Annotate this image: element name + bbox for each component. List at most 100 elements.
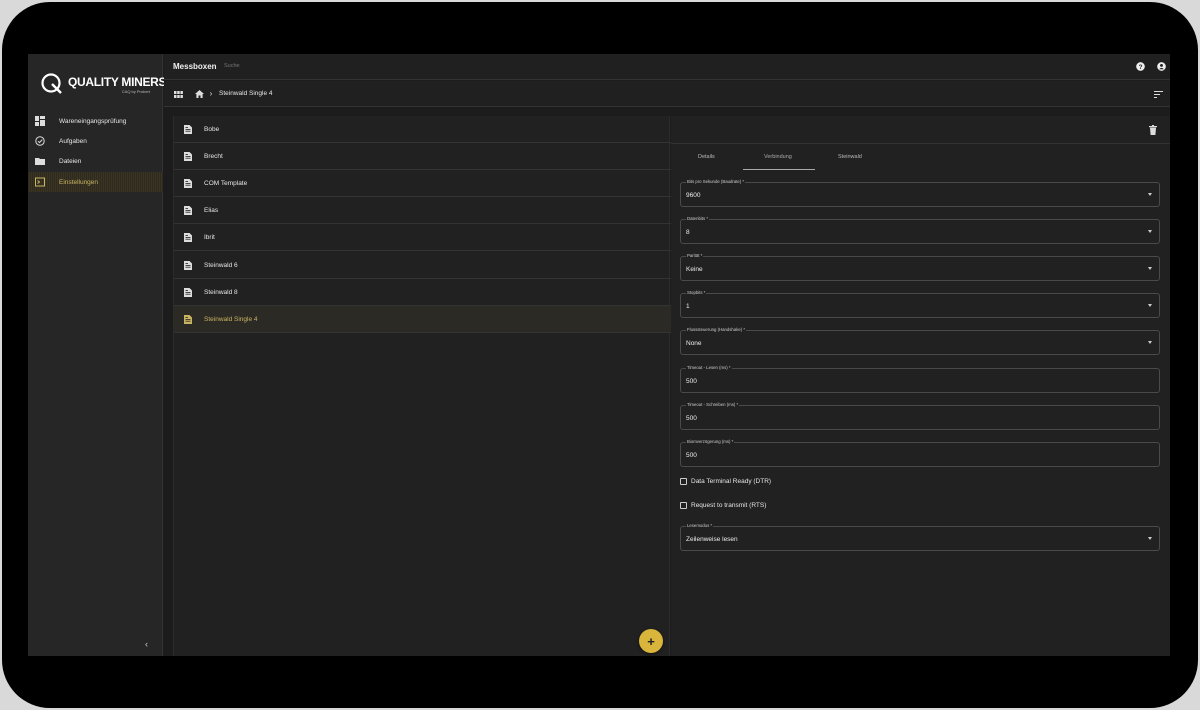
account-icon[interactable]: [1157, 62, 1166, 71]
folder-icon: [35, 156, 45, 166]
datenbits-select[interactable]: Datenbits * 8: [680, 216, 1160, 244]
messbox-list: Bobe Brecht COM Template Elias Ibrit Ste…: [173, 116, 671, 656]
sidebar-item-wareneingangspruefung[interactable]: Wareneingangsprüfung: [28, 111, 163, 131]
top-bar: Messboxen Suche ?: [164, 54, 1170, 80]
document-icon: [184, 124, 192, 134]
list-item[interactable]: Steinwald 8: [174, 279, 671, 306]
breadcrumb: › Steinwald Single 4: [164, 81, 1170, 107]
tab-verbindung[interactable]: Verbindung: [764, 154, 792, 160]
list-item-selected[interactable]: Steinwald Single 4: [174, 306, 671, 333]
field-value: 500: [686, 378, 697, 385]
field-label: Parität *: [686, 253, 704, 258]
field-label: Flusssteuerung (Handshake) *: [686, 327, 747, 332]
field-value: 8: [686, 229, 690, 236]
field-value: Zeilenweise lesen: [686, 536, 738, 543]
delete-icon[interactable]: [1149, 125, 1157, 135]
sidebar-item-label: Wareneingangsprüfung: [59, 117, 127, 125]
brand-subtitle: CAQ by Probert: [121, 89, 150, 94]
document-icon: [184, 178, 192, 188]
list-item-label: Bobe: [204, 125, 220, 133]
collapse-sidebar-chevron-icon[interactable]: ‹: [145, 639, 148, 649]
brand-logo[interactable]: QUALITY MINERS CAQ by Probert: [40, 72, 167, 98]
sidebar-item-aufgaben[interactable]: Aufgaben: [28, 131, 163, 151]
home-icon[interactable]: [194, 89, 204, 99]
sidebar-item-einstellungen[interactable]: Einstellungen: [28, 172, 163, 192]
field-label: Timeout - Schreiben (ms) *: [686, 402, 740, 407]
detail-panel: Details Verbindung Steinwald Bits pro Se…: [671, 116, 1170, 656]
list-item[interactable]: COM Template: [174, 170, 671, 197]
field-label: Bits pro Sekunde (Baudrate) *: [686, 179, 746, 184]
field-label: Biomverzögerung (ms) *: [686, 439, 735, 444]
list-item-label: Steinwald 8: [204, 288, 238, 296]
sidebar-item-label: Einstellungen: [59, 178, 99, 186]
tab-steinwald[interactable]: Steinwald: [838, 154, 862, 160]
document-icon: [184, 287, 192, 297]
sidebar-item-label: Aufgaben: [59, 137, 87, 145]
checkbox-label: Request to transmit (RTS): [691, 502, 767, 509]
list-item[interactable]: Brecht: [174, 143, 671, 170]
lesemodus-select[interactable]: Lesemodus * Zeilenweise lesen: [680, 523, 1160, 551]
field-label: Stopbits *: [686, 290, 707, 295]
list-item[interactable]: Steinwald 6: [174, 252, 671, 279]
document-icon: [184, 232, 192, 242]
breadcrumb-current[interactable]: Steinwald Single 4: [219, 90, 272, 97]
flusssteuerung-select[interactable]: Flusssteuerung (Handshake) * None: [680, 327, 1160, 355]
plus-icon: +: [647, 633, 655, 649]
timeout-schreiben-input[interactable]: Timeout - Schreiben (ms) * 500: [680, 402, 1160, 430]
add-button[interactable]: +: [639, 629, 663, 653]
verzoegerung-input[interactable]: Biomverzögerung (ms) * 500: [680, 439, 1160, 467]
field-value: None: [686, 340, 702, 347]
settings-box-icon: [35, 177, 45, 187]
chevron-right-icon: ›: [209, 89, 213, 98]
list-item[interactable]: Ibrit: [174, 224, 671, 251]
chevron-down-icon: [1148, 230, 1152, 233]
chevron-down-icon: [1148, 193, 1152, 196]
field-label: Lesemodus *: [686, 523, 714, 528]
sidebar-item-dateien[interactable]: Dateien: [28, 151, 163, 171]
field-value: 9600: [686, 192, 701, 199]
field-value: 1: [686, 303, 690, 310]
page-title: Messboxen: [173, 62, 217, 71]
checkbox-box[interactable]: [680, 478, 687, 485]
sort-icon[interactable]: [1153, 89, 1163, 99]
list-item-label: Steinwald Single 4: [204, 315, 258, 323]
sidebar-item-label: Dateien: [59, 157, 82, 165]
rts-checkbox[interactable]: Request to transmit (RTS): [680, 502, 766, 509]
chevron-down-icon: [1148, 267, 1152, 270]
device-bezel: QUALITY MINERS CAQ by Probert Wareneinga…: [2, 2, 1198, 708]
field-value: 500: [686, 415, 697, 422]
dtr-checkbox[interactable]: Data Terminal Ready (DTR): [680, 478, 771, 485]
paritaet-select[interactable]: Parität * Keine: [680, 253, 1160, 281]
stopbits-select[interactable]: Stopbits * 1: [680, 290, 1160, 318]
checkbox-box[interactable]: [680, 502, 687, 509]
active-tab-indicator: [743, 169, 815, 170]
document-icon: [184, 314, 192, 324]
dashboard-icon: [35, 116, 45, 126]
document-icon: [184, 205, 192, 215]
field-label: Datenbits *: [686, 216, 710, 221]
field-value: 500: [686, 452, 697, 459]
list-item-label: Brecht: [204, 152, 223, 160]
brand-name: QUALITY MINERS: [68, 75, 167, 89]
search-input[interactable]: Suche: [224, 63, 240, 69]
chevron-down-icon: [1148, 537, 1152, 540]
tab-details[interactable]: Details: [698, 154, 715, 160]
list-item-label: COM Template: [204, 179, 248, 187]
app-screen: QUALITY MINERS CAQ by Probert Wareneinga…: [28, 54, 1170, 656]
logo-q-icon: [41, 73, 62, 94]
document-icon: [184, 151, 192, 161]
list-item-label: Ibrit: [204, 233, 215, 241]
baudrate-select[interactable]: Bits pro Sekunde (Baudrate) * 9600: [680, 179, 1160, 207]
list-item-label: Steinwald 6: [204, 261, 238, 269]
sidebar: QUALITY MINERS CAQ by Probert Wareneinga…: [28, 54, 167, 656]
timeout-lesen-input[interactable]: Timeout - Lesen (ms) * 500: [680, 365, 1160, 393]
list-item[interactable]: Bobe: [174, 116, 671, 143]
list-item[interactable]: Elias: [174, 197, 671, 224]
grid-view-icon[interactable]: [173, 89, 183, 99]
field-label: Timeout - Lesen (ms) *: [686, 365, 732, 370]
chevron-down-icon: [1148, 341, 1152, 344]
checkbox-label: Data Terminal Ready (DTR): [691, 478, 772, 485]
check-circle-icon: [35, 136, 45, 146]
help-icon[interactable]: ?: [1136, 62, 1145, 71]
chevron-down-icon: [1148, 304, 1152, 307]
